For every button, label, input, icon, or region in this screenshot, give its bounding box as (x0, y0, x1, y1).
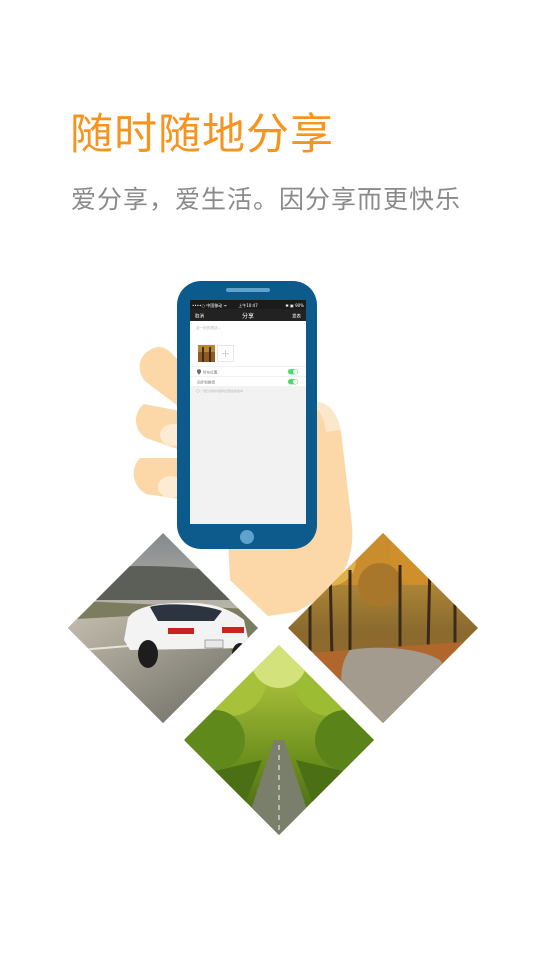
compose-placeholder[interactable]: 这一刻的想法... (196, 325, 221, 330)
phone-speaker (226, 288, 270, 292)
nav-title: 分享 (242, 312, 254, 320)
add-photo-icon: + (221, 347, 230, 360)
share-illustration: ••••○ 中国移动 ᯤ 上午10:47 ✱ ▣ 90% 取消 分享 发表 这一… (68, 281, 478, 835)
status-time: 上午10:47 (238, 302, 258, 308)
share-note: 一起分享的内容将出现在动态中 (201, 388, 243, 393)
location-label: 所在位置 (203, 369, 218, 374)
phone-mockup: ••••○ 中国移动 ᯤ 上午10:47 ✱ ▣ 90% 取消 分享 发表 这一… (177, 281, 317, 549)
phone-home-button (240, 530, 254, 544)
sync-label: 同步到微博 (197, 379, 215, 384)
status-battery: ✱ ▣ 90% (285, 303, 304, 308)
nav-back-button[interactable]: 取消 (195, 313, 204, 320)
splash-screen: 随时随地分享 爱分享，爱生活。因分享而更快乐 ••••○ 中国移动 ᯤ 上午10… (0, 0, 540, 960)
status-carrier: ••••○ 中国移动 ᯤ (192, 302, 227, 308)
nav-post-button[interactable]: 发表 (292, 313, 301, 320)
